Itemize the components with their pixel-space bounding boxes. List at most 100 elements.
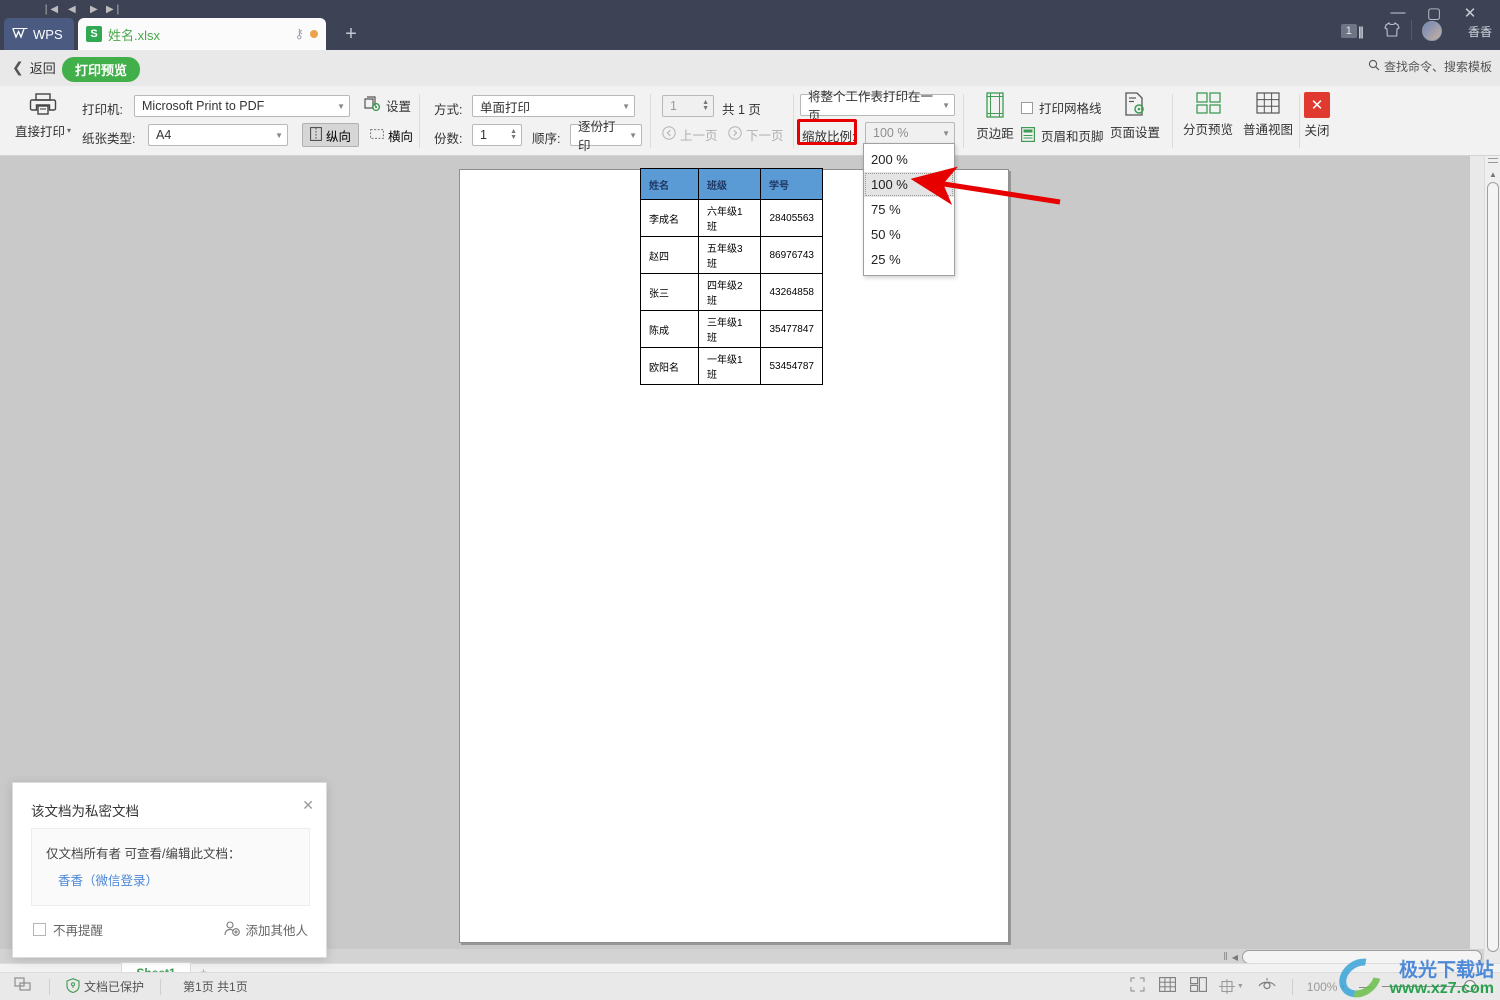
- print-mode-select[interactable]: 单面打印 ▼: [472, 95, 635, 117]
- print-settings-button[interactable]: 设置: [364, 96, 411, 115]
- search-commands-box[interactable]: 查找命令、搜索模板: [1368, 58, 1492, 75]
- next-page-button[interactable]: 下一页: [728, 125, 784, 144]
- page-break-preview-button[interactable]: 分页预览: [1178, 92, 1238, 138]
- orientation-portrait-button[interactable]: 纵向: [302, 123, 360, 147]
- margins-icon: [983, 92, 1007, 121]
- sheet-nav-first[interactable]: ❘◀: [42, 4, 58, 15]
- sheet-nav-last[interactable]: ▶❘: [106, 4, 122, 15]
- new-tab-button[interactable]: +: [338, 22, 364, 48]
- portrait-label: 纵向: [326, 129, 352, 144]
- sheet-nav-prev[interactable]: ◀: [68, 4, 76, 15]
- doc-protected-status[interactable]: 文档已保护: [66, 977, 144, 996]
- ribbon-divider-2: [650, 94, 651, 148]
- vertical-scrollbar[interactable]: ▲: [1484, 156, 1500, 952]
- page-layout-icon[interactable]: [1189, 976, 1207, 997]
- printer-select[interactable]: Microsoft Print to PDF ▼: [134, 95, 350, 117]
- avatar[interactable]: [1422, 21, 1442, 41]
- fullscreen-icon[interactable]: [1130, 976, 1145, 997]
- vertical-scroll-thumb[interactable]: [1487, 182, 1499, 952]
- table-row: 陈成 三年级1班 35477847: [640, 310, 823, 348]
- cell-name: 欧阳名: [640, 347, 699, 385]
- scroll-split-handle[interactable]: [1488, 158, 1498, 163]
- record-macro-icon[interactable]: [14, 976, 31, 997]
- zoom-option-75[interactable]: 75 %: [864, 197, 954, 222]
- copies-value: 1: [480, 128, 487, 142]
- prev-page-button[interactable]: 上一页: [662, 125, 718, 144]
- scroll-split-handle-h[interactable]: ‖: [1223, 951, 1228, 963]
- username-label[interactable]: 香香: [1468, 23, 1492, 40]
- checkbox-icon: [1021, 101, 1033, 114]
- scroll-left-arrow-icon[interactable]: ◀: [1232, 953, 1238, 962]
- column-header-id: 学号: [760, 168, 823, 200]
- next-page-label: 下一页: [746, 129, 784, 143]
- privacy-info-panel: 仅文档所有者 可查看/编辑此文档： 香香（微信登录）: [31, 828, 310, 906]
- paper-type-select[interactable]: A4 ▼: [148, 124, 288, 146]
- copies-input[interactable]: 1 ▲ ▼: [472, 124, 522, 146]
- normal-view-button[interactable]: 普通视图: [1238, 92, 1298, 138]
- add-others-button[interactable]: 添加其他人: [224, 920, 308, 939]
- zoom-percent-label[interactable]: 100%: [1307, 980, 1338, 994]
- printer-value: Microsoft Print to PDF: [142, 99, 265, 113]
- minimize-button[interactable]: —: [1384, 4, 1412, 21]
- spinner-icon[interactable]: ▲ ▼: [504, 128, 517, 141]
- zoom-ratio-value: 100 %: [873, 126, 909, 140]
- header-footer-button[interactable]: 页眉和页脚: [1021, 126, 1104, 145]
- status-divider-2: [160, 978, 162, 995]
- key-icon[interactable]: ⚷: [294, 26, 304, 42]
- page-setup-icon: [1123, 92, 1147, 120]
- chevron-down-icon: ▼: [1236, 983, 1244, 990]
- maximize-button[interactable]: ▢: [1420, 4, 1448, 22]
- margins-label: 页边距: [976, 127, 1014, 141]
- page-number-input[interactable]: 1 ▲ ▼: [662, 95, 714, 117]
- cell-class: 一年级1班: [698, 347, 761, 385]
- margins-button[interactable]: 页边距: [972, 92, 1018, 142]
- gear-settings-icon: [364, 96, 381, 115]
- zoom-ratio-select[interactable]: 100 % ▼: [865, 122, 955, 144]
- close-window-button[interactable]: ✕: [1456, 4, 1484, 22]
- zoom-ratio-dropdown-menu[interactable]: 200 % 100 % 75 % 50 % 25 %: [863, 143, 955, 276]
- copies-label: 份数:: [434, 132, 463, 146]
- shield-icon: [66, 977, 80, 996]
- page-break-icon[interactable]: ▼: [1218, 979, 1244, 994]
- doc-count-number: 1: [1340, 24, 1357, 38]
- document-tab-label: 姓名.xlsx: [108, 27, 161, 43]
- ribbon-divider-3: [793, 94, 794, 148]
- status-divider-3: [1291, 978, 1293, 995]
- header-footer-label: 页眉和页脚: [1041, 130, 1104, 144]
- print-gridlines-checkbox[interactable]: 打印网格线: [1021, 98, 1102, 117]
- spinner-icon[interactable]: ▲ ▼: [696, 99, 709, 112]
- cell-name: 张三: [640, 273, 699, 311]
- document-tab-姓名[interactable]: S 姓名.xlsx ⚷: [78, 18, 326, 50]
- close-preview-button[interactable]: ✕ 关闭: [1300, 92, 1334, 139]
- zoom-option-200[interactable]: 200 %: [864, 147, 954, 172]
- zoom-option-100[interactable]: 100 %: [864, 172, 954, 197]
- table-row: 张三 四年级2班 43264858: [640, 273, 823, 311]
- zoom-option-25[interactable]: 25 %: [864, 247, 954, 272]
- landscape-icon: [370, 128, 384, 143]
- direct-print-button[interactable]: 直接打印 ▾: [12, 92, 74, 140]
- doc-count-badge[interactable]: 1 |||: [1340, 22, 1364, 40]
- page-break-preview-label: 分页预览: [1182, 123, 1233, 137]
- eye-icon[interactable]: [1258, 977, 1276, 997]
- zoom-option-50[interactable]: 50 %: [864, 222, 954, 247]
- column-header-class: 班级: [698, 168, 761, 200]
- printer-label: 打印机:: [82, 103, 123, 117]
- page-setup-button[interactable]: 页面设置: [1105, 92, 1165, 141]
- wps-home-tab[interactable]: WPS: [4, 18, 74, 50]
- privacy-owner-link[interactable]: 香香（微信登录）: [58, 870, 158, 889]
- table-row: 李成名 六年级1班 28405563: [640, 199, 823, 237]
- ribbon-divider-4: [963, 94, 964, 148]
- back-button[interactable]: ❮ 返回: [12, 58, 56, 77]
- normal-view-icon[interactable]: [1158, 976, 1176, 997]
- page-info-label: 第1页 共1页: [183, 980, 248, 994]
- fit-to-page-select[interactable]: 将整个工作表打印在一页 ▼: [800, 90, 955, 123]
- print-preview-badge: 打印预览: [62, 57, 141, 82]
- dont-remind-checkbox[interactable]: 不再提醒: [33, 920, 103, 939]
- skin-theme-icon[interactable]: [1384, 21, 1400, 41]
- scroll-up-arrow-icon[interactable]: ▲: [1489, 170, 1497, 179]
- order-select[interactable]: 逐份打印 ▼: [570, 120, 642, 153]
- page-setup-label: 页面设置: [1109, 126, 1160, 140]
- sheet-nav-next[interactable]: ▶: [90, 4, 98, 15]
- orientation-landscape-button[interactable]: 横向: [362, 123, 421, 147]
- privacy-dialog-close-button[interactable]: ✕: [302, 797, 314, 814]
